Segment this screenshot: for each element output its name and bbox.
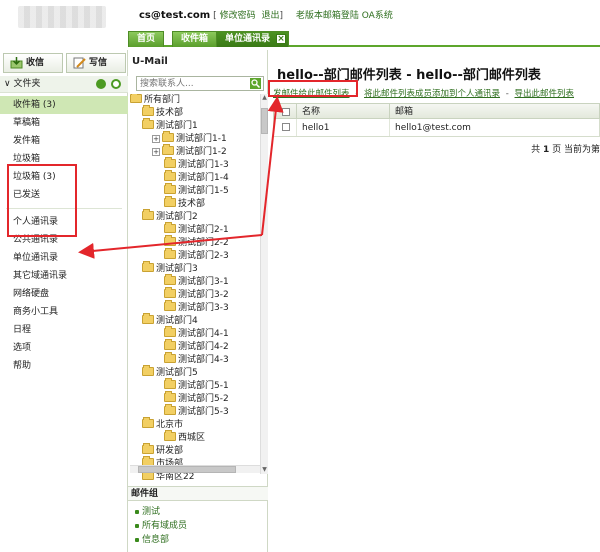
annotation-arrow-up [261, 96, 284, 236]
annotation-arrow-left [78, 234, 263, 259]
annotation-arrows [78, 96, 284, 259]
